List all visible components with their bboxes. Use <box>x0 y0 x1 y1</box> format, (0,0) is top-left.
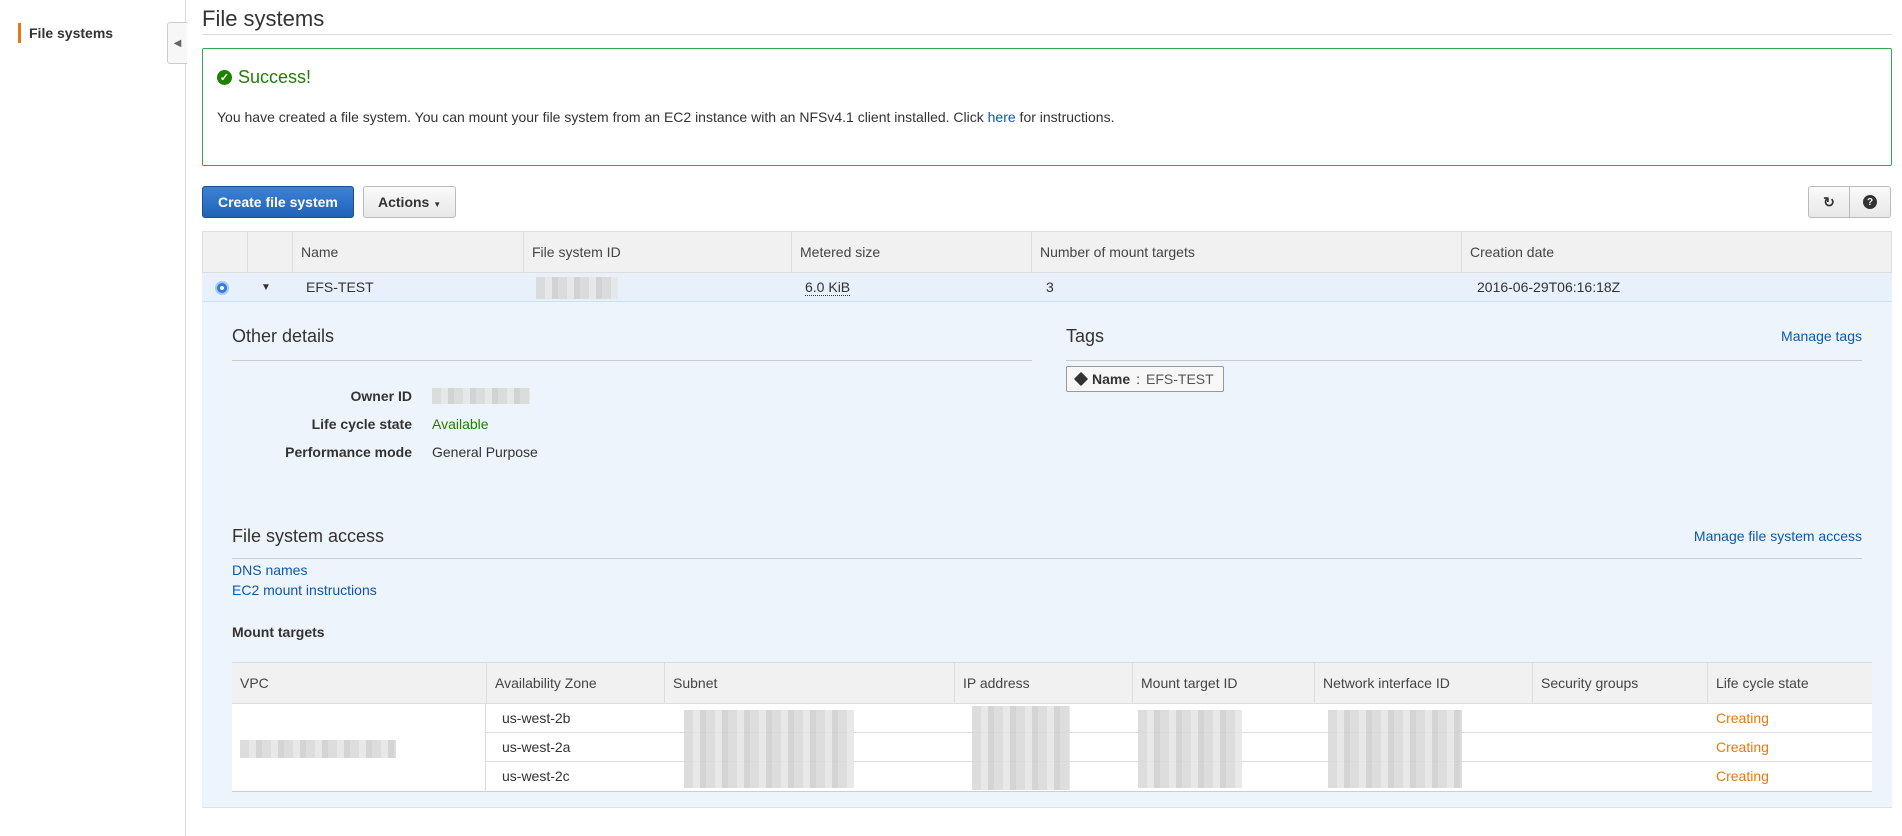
cell-metered-size: 6.0 KiB <box>797 273 851 302</box>
tags-title: Tags <box>1066 326 1105 346</box>
column-header-vpc: VPC <box>240 675 269 691</box>
cell-name: EFS-TEST <box>306 279 374 295</box>
actions-dropdown-button[interactable]: Actions ▼ <box>363 186 457 218</box>
redacted-value <box>432 388 530 404</box>
sidebar: File systems ◀ <box>0 0 187 836</box>
column-header-ip-address: IP address <box>954 663 1132 704</box>
redacted-value <box>240 740 396 758</box>
vpc-cell <box>232 704 486 792</box>
cell-lifecycle-state: Creating <box>1708 762 1769 791</box>
caret-down-icon: ▼ <box>433 200 442 209</box>
table-row[interactable]: ▼ EFS-TEST 6.0 KiB 3 2016-06-29T06:16:18… <box>202 273 1892 302</box>
column-header-subnet: Subnet <box>664 663 954 704</box>
performance-mode-label: Performance mode <box>285 444 412 460</box>
lifecycle-state-label: Life cycle state <box>311 416 412 432</box>
tag-key: Name <box>1092 371 1131 387</box>
owner-id-label: Owner ID <box>350 388 412 404</box>
file-system-details-panel: Other details Owner ID Life cycle state … <box>202 302 1892 808</box>
column-header-metered-size[interactable]: Metered size <box>791 232 1031 272</box>
cell-file-system-id <box>528 273 618 302</box>
expand-caret-icon[interactable]: ▼ <box>261 273 271 302</box>
cell-creation-date: 2016-06-29T06:16:18Z <box>1477 279 1621 295</box>
owner-id-value <box>432 388 530 407</box>
column-header-availability-zone: Availability Zone <box>486 663 664 704</box>
mount-targets-title: Mount targets <box>232 624 325 640</box>
manage-tags-link[interactable]: Manage tags <box>1781 328 1862 344</box>
column-header-mount-target-id: Mount target ID <box>1132 663 1314 704</box>
mount-targets-header: VPC Availability Zone Subnet IP address … <box>232 662 1872 704</box>
state-creating: Creating <box>1716 739 1769 755</box>
access-divider <box>232 558 1862 559</box>
instructions-link[interactable]: here <box>988 109 1016 125</box>
row-select-radio[interactable] <box>215 281 229 295</box>
metered-size-value[interactable]: 6.0 KiB <box>805 279 851 296</box>
column-header-mount-targets[interactable]: Number of mount targets <box>1031 232 1461 272</box>
cell-availability-zone: us-west-2c <box>502 768 570 784</box>
ec2-mount-instructions-link[interactable]: EC2 mount instructions <box>232 582 377 598</box>
create-file-system-button[interactable]: Create file system <box>202 186 354 218</box>
alert-message-text: You have created a file system. You can … <box>217 109 988 125</box>
column-header-security-groups: Security groups <box>1532 663 1707 704</box>
sidebar-item-file-systems[interactable]: File systems <box>18 23 113 43</box>
alert-title: Success! <box>238 67 312 87</box>
state-creating: Creating <box>1716 768 1769 784</box>
help-button[interactable]: ? <box>1849 186 1891 218</box>
cell-mount-targets: 3 <box>1046 279 1054 295</box>
redacted-mount-target-ids <box>1138 710 1242 788</box>
lifecycle-state-value: Available <box>432 416 489 432</box>
alert-message: You have created a file system. You can … <box>217 109 1115 125</box>
help-icon: ? <box>1863 195 1877 209</box>
redacted-subnets <box>684 710 854 788</box>
page-title: File systems <box>202 6 325 31</box>
refresh-button[interactable]: ↻ <box>1808 186 1850 218</box>
file-system-access-title: File system access <box>232 526 385 546</box>
title-divider <box>202 34 1892 35</box>
app-root: File systems ◀ File systems ✓ Success! Y… <box>0 0 1902 836</box>
refresh-icon: ↻ <box>1823 193 1835 210</box>
file-systems-table-header: Name File system ID Metered size Number … <box>202 231 1892 273</box>
alert-header: ✓ Success! <box>217 67 311 88</box>
redacted-ip-addresses <box>972 706 1070 790</box>
column-header-file-system-id[interactable]: File system ID <box>523 232 791 272</box>
redacted-value <box>536 277 618 300</box>
success-alert: ✓ Success! You have created a file syste… <box>202 48 1892 166</box>
column-header-network-interface-id: Network interface ID <box>1314 663 1532 704</box>
tag-separator: : <box>1136 371 1141 387</box>
dns-names-link[interactable]: DNS names <box>232 562 307 578</box>
cell-availability-zone: us-west-2b <box>502 710 571 726</box>
manage-file-system-access-link[interactable]: Manage file system access <box>1694 528 1862 544</box>
other-details-divider <box>232 360 1032 361</box>
tag-icon <box>1073 371 1089 387</box>
cell-availability-zone: us-west-2a <box>502 739 571 755</box>
column-header-name[interactable]: Name <box>292 232 523 272</box>
tags-divider <box>1066 360 1862 361</box>
collapse-sidebar-icon[interactable]: ◀ <box>167 22 187 64</box>
mount-targets-body: us-west-2b Creating us-west-2a Creating … <box>232 704 1872 792</box>
state-creating: Creating <box>1716 710 1769 726</box>
actions-label: Actions <box>378 194 430 210</box>
check-circle-icon: ✓ <box>217 70 232 85</box>
other-details-title: Other details <box>232 326 335 346</box>
tag-chip: Name: EFS-TEST <box>1066 366 1224 392</box>
performance-mode-value: General Purpose <box>432 444 538 460</box>
redacted-network-interface-ids <box>1328 710 1462 788</box>
cell-lifecycle-state: Creating <box>1708 733 1769 762</box>
column-header-creation-date[interactable]: Creation date <box>1461 232 1891 272</box>
cell-lifecycle-state: Creating <box>1708 704 1769 733</box>
header-expand-col <box>247 232 293 272</box>
alert-message-tail: for instructions. <box>1015 109 1115 125</box>
column-header-lifecycle-state: Life cycle state <box>1707 663 1872 704</box>
tag-value: EFS-TEST <box>1146 371 1214 387</box>
